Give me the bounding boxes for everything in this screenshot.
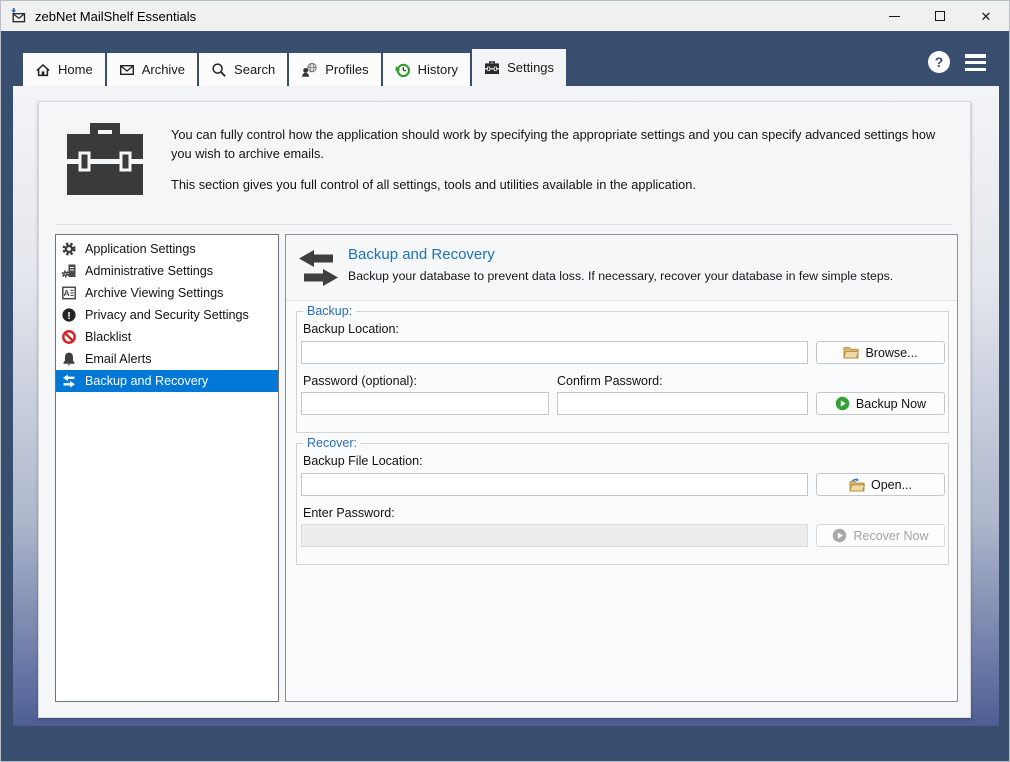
gear-icon <box>60 241 78 257</box>
backup-now-button-label: Backup Now <box>855 396 927 411</box>
pane-title: Backup and Recovery <box>348 246 495 263</box>
intro-paragraph-1: You can fully control how the applicatio… <box>171 127 936 161</box>
maximize-icon <box>935 11 945 21</box>
sidebar-item-archive-viewing-settings[interactable]: A Archive Viewing Settings <box>56 282 278 304</box>
backup-group: Backup: Backup Location: Browse... Passw… <box>296 304 949 433</box>
recover-group: Recover: Backup File Location: Open... E… <box>296 436 949 565</box>
sidebar-item-application-settings[interactable]: Application Settings <box>56 238 278 260</box>
pane-subtitle: Backup your database to prevent data los… <box>348 269 894 283</box>
tab-profiles[interactable]: Profiles <box>289 53 381 86</box>
profiles-globe-icon <box>302 62 317 77</box>
open-button[interactable]: Open... <box>816 473 945 496</box>
title-bar: zebNet MailShelf Essentials ✕ <box>1 1 1009 31</box>
home-icon <box>36 63 50 76</box>
browse-button[interactable]: Browse... <box>816 341 945 364</box>
svg-text:A: A <box>64 288 70 298</box>
sidebar-item-label: Email Alerts <box>85 352 152 366</box>
backup-location-label: Backup Location: <box>303 322 399 336</box>
bell-icon <box>60 351 78 367</box>
tab-label: History <box>417 62 459 77</box>
sidebar-item-label: Blacklist <box>85 330 132 344</box>
window-title: zebNet MailShelf Essentials <box>35 8 197 24</box>
sidebar-item-label: Application Settings <box>85 242 196 256</box>
admin-gear-document-icon <box>60 263 78 279</box>
sidebar-item-administrative-settings[interactable]: Administrative Settings <box>56 260 278 282</box>
backup-location-input[interactable] <box>301 341 808 364</box>
sidebar-item-email-alerts[interactable]: Email Alerts <box>56 348 278 370</box>
tab-strip: Home Archive Search Profiles History Set… <box>1 31 1009 86</box>
sidebar-item-privacy-security-settings[interactable]: ! Privacy and Security Settings <box>56 304 278 326</box>
document-preview-icon: A <box>60 285 78 301</box>
tab-label: Home <box>58 62 93 77</box>
backup-recovery-pane: Backup and Recovery Backup your database… <box>285 234 958 702</box>
tab-history[interactable]: History <box>382 53 471 86</box>
tab-label: Settings <box>507 60 555 75</box>
backup-file-location-label: Backup File Location: <box>303 454 423 468</box>
question-mark-icon: ? <box>934 54 944 70</box>
settings-page: You can fully control how the applicatio… <box>13 86 999 726</box>
enter-password-label: Enter Password: <box>303 506 395 520</box>
history-clock-icon <box>395 63 410 77</box>
recover-group-legend: Recover: <box>303 436 362 450</box>
play-circle-green-icon <box>835 396 850 411</box>
tab-home[interactable]: Home <box>23 53 105 86</box>
folder-open-arrow-icon <box>849 478 865 492</box>
sidebar-item-blacklist[interactable]: Blacklist <box>56 326 278 348</box>
tab-label: Profiles <box>325 62 369 77</box>
sidebar-item-label: Administrative Settings <box>85 264 214 278</box>
password-input[interactable] <box>301 392 549 415</box>
toolbox-large-icon <box>67 123 143 195</box>
backup-group-legend: Backup: <box>303 304 357 318</box>
app-logo-mail-icon <box>11 7 26 22</box>
recover-now-button[interactable]: Recover Now <box>816 524 945 547</box>
transfer-arrows-icon <box>299 250 338 286</box>
tab-label: Search <box>234 62 276 77</box>
sidebar-item-label: Privacy and Security Settings <box>85 308 249 322</box>
folder-icon <box>843 347 860 359</box>
tab-settings[interactable]: Settings <box>472 49 567 86</box>
help-button[interactable]: ? <box>928 51 950 73</box>
settings-category-list: Application Settings Administrative Sett… <box>55 234 279 702</box>
minimize-button[interactable] <box>871 1 917 31</box>
browse-button-label: Browse... <box>865 345 918 360</box>
maximize-button[interactable] <box>917 1 963 31</box>
toolbox-icon <box>485 61 500 74</box>
hamburger-menu-button[interactable] <box>965 52 986 73</box>
backup-file-location-input[interactable] <box>301 473 808 496</box>
svg-text:!: ! <box>67 310 71 322</box>
confirm-password-input[interactable] <box>557 392 808 415</box>
enter-password-input[interactable] <box>301 524 808 547</box>
envelope-icon <box>119 64 134 75</box>
recover-now-button-label: Recover Now <box>853 528 929 543</box>
magnifier-icon <box>212 62 226 77</box>
exclamation-badge-icon: ! <box>60 307 78 323</box>
intro-paragraph-2: This section gives you full control of a… <box>171 177 696 193</box>
pane-header: Backup and Recovery Backup your database… <box>286 235 957 301</box>
minimize-icon <box>888 15 900 17</box>
prohibition-icon <box>60 329 78 345</box>
settings-panel: You can fully control how the applicatio… <box>38 101 971 718</box>
close-icon: ✕ <box>980 8 992 24</box>
play-circle-gray-icon <box>833 528 847 543</box>
sidebar-item-label: Archive Viewing Settings <box>85 286 224 300</box>
password-label: Password (optional): <box>303 374 417 388</box>
backup-now-button[interactable]: Backup Now <box>816 392 945 415</box>
close-button[interactable]: ✕ <box>963 1 1009 31</box>
confirm-password-label: Confirm Password: <box>557 374 663 388</box>
open-button-label: Open... <box>871 477 912 492</box>
separator <box>57 224 952 225</box>
sidebar-item-label: Backup and Recovery <box>85 374 209 388</box>
tab-archive[interactable]: Archive <box>106 53 198 86</box>
sidebar-item-backup-and-recovery[interactable]: Backup and Recovery <box>56 370 278 392</box>
hamburger-icon <box>965 54 986 58</box>
tab-search[interactable]: Search <box>199 53 288 86</box>
tab-label: Archive <box>141 62 186 77</box>
sync-arrows-icon <box>60 373 78 389</box>
intro-text: You can fully control how the applicatio… <box>171 126 952 195</box>
app-window: zebNet MailShelf Essentials ✕ Home Archi… <box>0 0 1010 762</box>
